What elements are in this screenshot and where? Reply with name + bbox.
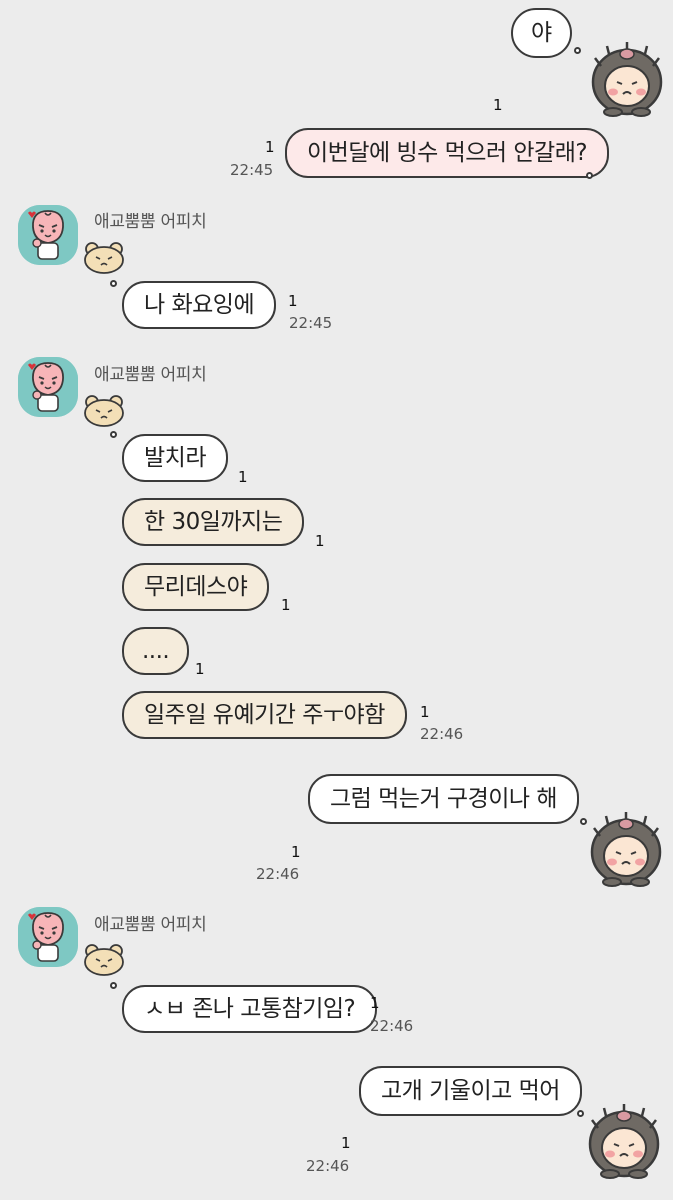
message-bubble[interactable]: ....	[122, 627, 190, 675]
bubble-tail	[110, 982, 117, 989]
bubble-tail	[110, 431, 117, 438]
sender-name: 애교뿜뿜 어피치	[94, 915, 207, 935]
timestamp: 22:46	[306, 1157, 350, 1175]
unread-count: 1	[315, 532, 325, 550]
unread-count: 1	[265, 138, 275, 156]
hedgehog-character-emote	[588, 1102, 660, 1180]
hedgehog-character-emote	[591, 40, 663, 118]
timestamp: 22:46	[420, 725, 464, 743]
timestamp: 22:45	[289, 314, 333, 332]
message-text: ㅅㅂ 존나 고통참기임?	[144, 996, 356, 1022]
message-bubble[interactable]: 나 화요잉에	[122, 281, 277, 329]
unread-count: 1	[238, 468, 248, 486]
timestamp: 22:46	[256, 865, 300, 883]
message-text: 야	[531, 20, 552, 46]
message-text: 발치라	[144, 445, 206, 471]
message-bubble[interactable]: 이번달에 빙수 먹으러 안갈래?	[285, 128, 610, 178]
message-text: 무리데스야	[144, 574, 248, 600]
message-bubble[interactable]: 고개 기울이고 먹어	[359, 1066, 582, 1116]
unread-count: 1	[195, 660, 205, 678]
bear-face-emote	[84, 242, 124, 274]
apeach-avatar-icon	[18, 205, 78, 265]
apeach-avatar-icon	[18, 357, 78, 417]
bear-face-emote	[84, 944, 124, 976]
sender-avatar[interactable]	[18, 907, 78, 967]
sender-avatar[interactable]	[18, 357, 78, 417]
bubble-tail	[586, 172, 593, 179]
apeach-avatar-icon	[18, 907, 78, 967]
sender-name: 애교뿜뿜 어피치	[94, 212, 207, 232]
bubble-tail	[574, 47, 581, 54]
message-text: 일주일 유예기간 주ㅜ야함	[144, 702, 385, 728]
message-text: 이번달에 빙수 먹으러 안갈래?	[307, 140, 588, 166]
message-text: ....	[142, 638, 170, 664]
unread-count: 1	[288, 292, 298, 310]
sender-name: 애교뿜뿜 어피치	[94, 365, 207, 385]
message-text: 고개 기울이고 먹어	[381, 1078, 560, 1104]
message-bubble[interactable]: 무리데스야	[122, 563, 270, 611]
unread-count: 1	[370, 994, 380, 1012]
unread-count: 1	[420, 703, 430, 721]
bubble-tail	[110, 280, 117, 287]
message-bubble[interactable]: 야	[511, 8, 572, 58]
unread-count: 1	[281, 596, 291, 614]
message-text: 나 화요잉에	[144, 292, 255, 318]
message-bubble[interactable]: 일주일 유예기간 주ㅜ야함	[122, 691, 407, 739]
message-bubble[interactable]: 한 30일까지는	[122, 498, 305, 546]
sender-avatar[interactable]	[18, 205, 78, 265]
timestamp: 22:45	[230, 161, 274, 179]
message-text: 한 30일까지는	[144, 509, 283, 535]
message-bubble[interactable]: 발치라	[122, 434, 228, 482]
message-bubble[interactable]: 그럼 먹는거 구경이나 해	[308, 774, 580, 824]
bubble-tail	[577, 1110, 584, 1117]
hedgehog-character-emote	[590, 810, 662, 888]
unread-count: 1	[291, 843, 301, 861]
message-bubble[interactable]: ㅅㅂ 존나 고통참기임?	[122, 985, 378, 1033]
bear-face-emote	[84, 395, 124, 427]
message-text: 그럼 먹는거 구경이나 해	[330, 786, 558, 812]
timestamp: 22:46	[370, 1017, 414, 1035]
unread-count: 1	[341, 1134, 351, 1152]
unread-count: 1	[493, 96, 503, 114]
